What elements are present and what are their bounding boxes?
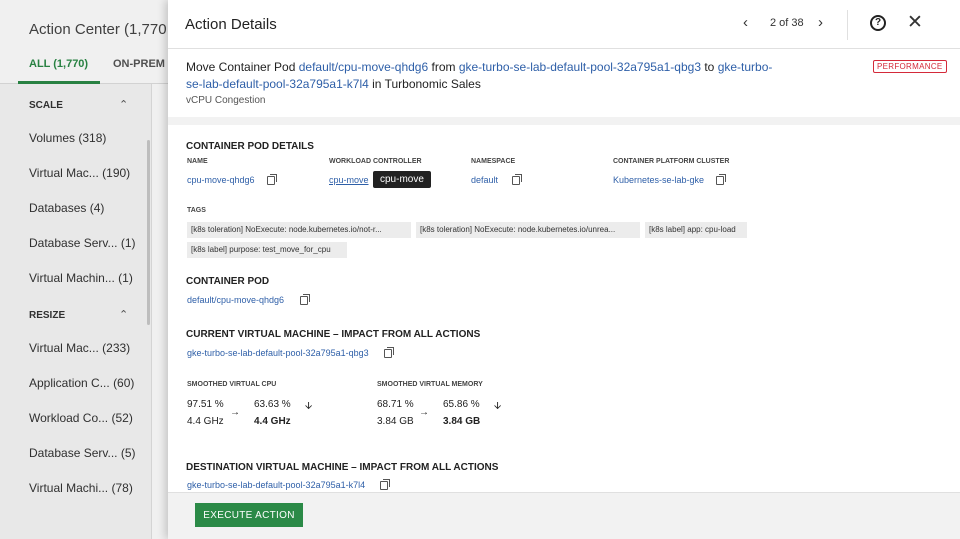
action-description: Move Container Pod default/cpu-move-qhdg… xyxy=(186,60,773,91)
overlay-dim xyxy=(0,0,168,539)
section-title: DESTINATION VIRTUAL MACHINE – IMPACT FRO… xyxy=(186,462,499,473)
cpu-before-pct: 97.51 % xyxy=(187,399,224,410)
pager-counter: 2 of 38 xyxy=(770,17,804,29)
help-icon[interactable]: ? xyxy=(870,15,886,31)
arrow-down-icon: 🡫 xyxy=(305,401,313,412)
mem-before-pct: 68.71 % xyxy=(377,399,414,410)
chevron-left-icon[interactable]: ‹ xyxy=(743,14,748,31)
dest-vm-link[interactable]: gke-turbo-se-lab-default-pool-32a795a1-k… xyxy=(187,480,365,490)
mem-after-pct: 65.86 % xyxy=(443,399,480,410)
cpu-after-abs: 4.4 GHz xyxy=(254,416,291,427)
tag-chip: [k8s label] app: cpu-load xyxy=(645,222,747,238)
action-details-drawer: Action Details ‹ 2 of 38 › ? ✕ Move Cont… xyxy=(168,0,960,539)
copy-icon[interactable] xyxy=(300,294,310,305)
performance-badge: PERFORMANCE xyxy=(873,60,947,73)
header-divider xyxy=(847,10,848,40)
drawer-footer: EXECUTE ACTION xyxy=(168,492,960,539)
tag-chip: [k8s toleration] NoExecute: node.kuberne… xyxy=(187,222,411,238)
source-vm-link[interactable]: gke-turbo-se-lab-default-pool-32a795a1-q… xyxy=(459,60,701,74)
cpu-after-pct: 63.63 % xyxy=(254,399,291,410)
cluster-link[interactable]: Kubernetes-se-lab-gke xyxy=(613,175,704,185)
field-label: CONTAINER PLATFORM CLUSTER xyxy=(613,158,730,165)
field-label: NAME xyxy=(187,158,208,165)
drawer-title: Action Details xyxy=(185,16,277,33)
field-label: NAMESPACE xyxy=(471,158,516,165)
section-title: CONTAINER POD xyxy=(186,276,270,287)
drawer-header: Action Details ‹ 2 of 38 › ? ✕ xyxy=(168,0,960,49)
mem-after-abs: 3.84 GB xyxy=(443,416,481,427)
controller-link[interactable]: cpu-move xyxy=(329,175,369,185)
field-label: TAGS xyxy=(187,207,206,214)
copy-icon[interactable] xyxy=(384,347,394,358)
copy-icon[interactable] xyxy=(380,479,390,490)
field-label: WORKLOAD CONTROLLER xyxy=(329,158,422,165)
mem-before-abs: 3.84 GB xyxy=(377,416,414,427)
container-pod-link[interactable]: default/cpu-move-qhdg6 xyxy=(187,295,284,305)
current-vm-link[interactable]: gke-turbo-se-lab-default-pool-32a795a1-q… xyxy=(187,348,369,358)
tag-chip: [k8s label] purpose: test_move_for_cpu xyxy=(187,242,347,258)
close-icon[interactable]: ✕ xyxy=(907,11,923,34)
copy-icon[interactable] xyxy=(512,174,522,185)
copy-icon[interactable] xyxy=(267,174,277,185)
action-summary: Move Container Pod default/cpu-move-qhdg… xyxy=(168,49,960,117)
pod-name-link[interactable]: cpu-move-qhdg6 xyxy=(187,175,255,185)
section-title: CURRENT VIRTUAL MACHINE – IMPACT FROM AL… xyxy=(186,329,481,340)
metric-label: SMOOTHED VIRTUAL CPU xyxy=(187,381,277,388)
copy-icon[interactable] xyxy=(716,174,726,185)
arrow-down-icon: 🡫 xyxy=(494,401,502,412)
namespace-link[interactable]: default xyxy=(471,175,498,185)
pod-link[interactable]: default/cpu-move-qhdg6 xyxy=(299,60,428,74)
cpu-before-abs: 4.4 GHz xyxy=(187,416,224,427)
section-title: CONTAINER POD DETAILS xyxy=(186,141,314,152)
arrow-right-icon: → xyxy=(230,407,240,418)
details-body[interactable]: CONTAINER POD DETAILS NAME cpu-move-qhdg… xyxy=(168,117,960,492)
execute-action-button[interactable]: EXECUTE ACTION xyxy=(195,503,303,527)
details-card: CONTAINER POD DETAILS NAME cpu-move-qhdg… xyxy=(168,125,960,492)
tooltip: cpu-move xyxy=(373,171,431,188)
action-reason: vCPU Congestion xyxy=(186,95,266,106)
chevron-right-icon[interactable]: › xyxy=(818,14,823,31)
metric-label: SMOOTHED VIRTUAL MEMORY xyxy=(377,381,483,388)
arrow-right-icon: → xyxy=(419,407,429,418)
tag-chip: [k8s toleration] NoExecute: node.kuberne… xyxy=(416,222,640,238)
